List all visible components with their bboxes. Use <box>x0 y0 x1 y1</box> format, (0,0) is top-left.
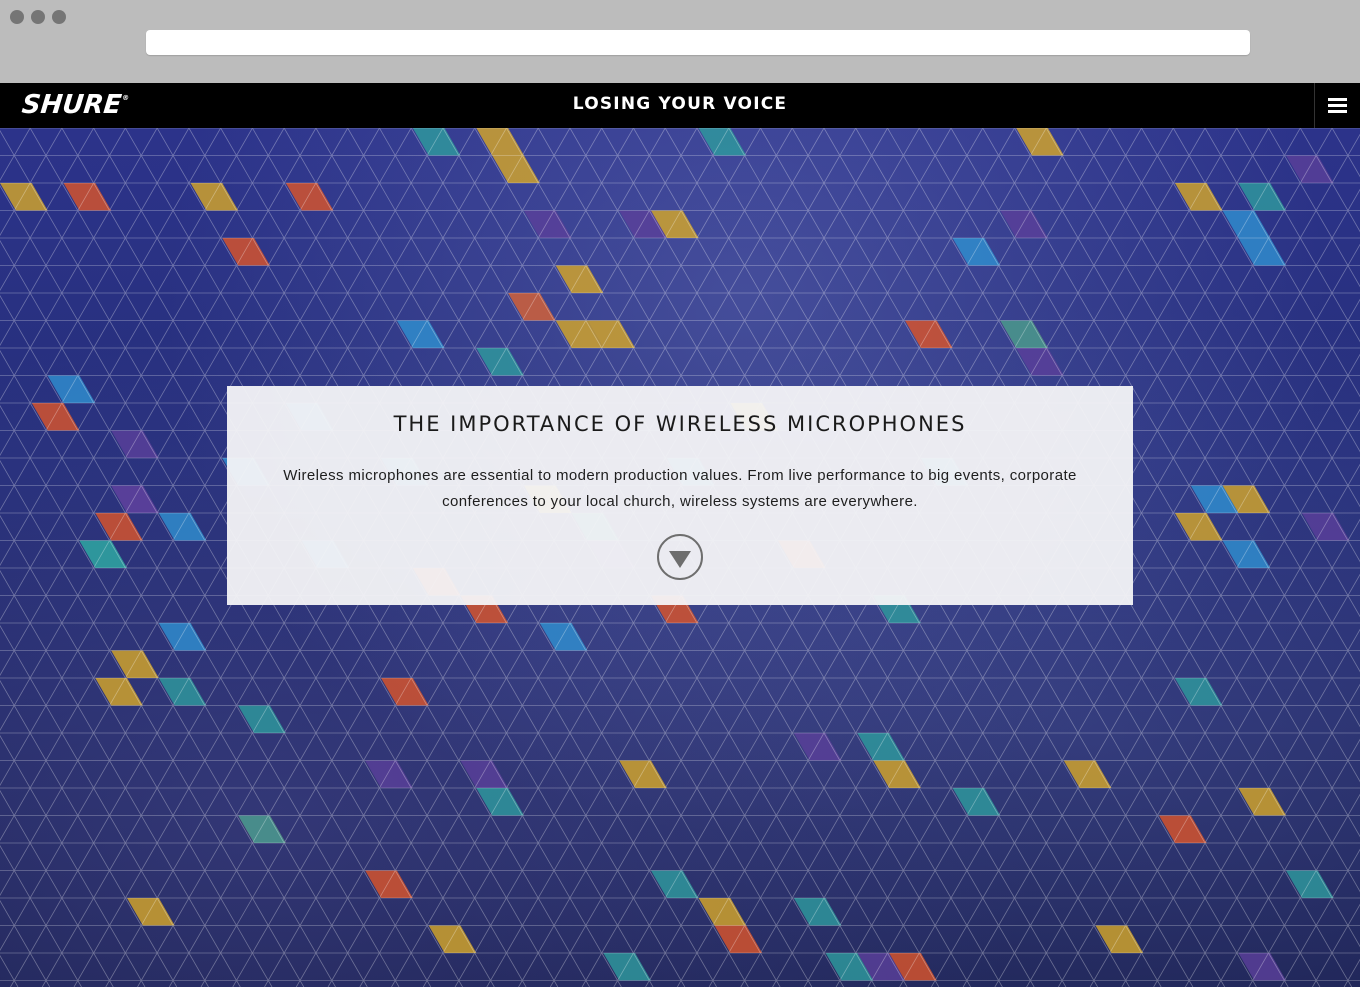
color-tile <box>31 403 80 431</box>
color-tile <box>904 320 953 348</box>
color-tile <box>381 678 429 706</box>
color-tile <box>476 128 524 156</box>
color-tile <box>476 348 524 376</box>
color-tile <box>1238 238 1287 266</box>
color-tile <box>95 678 143 706</box>
hero-background: THE IMPORTANCE OF WIRELESS MICROPHONES W… <box>0 128 1360 987</box>
color-tile <box>79 540 128 568</box>
color-tile <box>523 210 572 238</box>
color-tile <box>1286 155 1334 183</box>
color-tile <box>412 128 461 156</box>
color-tile <box>1238 953 1287 981</box>
card-heading: THE IMPORTANCE OF WIRELESS MICROPHONES <box>393 412 967 436</box>
address-bar[interactable] <box>146 30 1250 55</box>
color-tile <box>1222 540 1271 568</box>
intro-card: THE IMPORTANCE OF WIRELESS MICROPHONES W… <box>227 386 1133 605</box>
color-tile <box>460 760 509 788</box>
color-tile <box>619 760 667 788</box>
color-tile <box>1159 815 1207 843</box>
color-tile <box>222 238 270 266</box>
down-arrow-circle-icon[interactable] <box>657 534 703 580</box>
color-tile <box>1000 210 1048 238</box>
color-tile <box>238 815 286 843</box>
browser-chrome <box>0 0 1360 83</box>
color-tile <box>158 623 207 651</box>
color-tile <box>95 513 143 541</box>
color-tile <box>857 733 905 761</box>
color-tile <box>952 788 1001 816</box>
color-tile <box>0 183 48 211</box>
color-tile <box>111 485 159 513</box>
color-tile <box>793 898 842 926</box>
minimize-window-icon[interactable] <box>31 10 45 24</box>
hamburger-menu-icon[interactable] <box>1314 83 1360 128</box>
color-tile <box>714 925 763 953</box>
color-tile <box>952 238 1001 266</box>
maximize-window-icon[interactable] <box>52 10 66 24</box>
color-tile <box>1286 870 1334 898</box>
card-body-text: Wireless microphones are essential to mo… <box>283 467 1077 510</box>
color-tile <box>428 925 477 953</box>
color-tile <box>111 650 159 678</box>
color-tile <box>1000 320 1048 348</box>
color-tile <box>365 760 413 788</box>
color-tile <box>365 870 413 898</box>
color-tile <box>873 760 921 788</box>
color-tile <box>476 788 524 816</box>
color-tile <box>190 183 239 211</box>
color-tile <box>1238 788 1287 816</box>
color-tile <box>158 513 207 541</box>
color-tile <box>1174 513 1223 541</box>
color-tile <box>1016 128 1064 156</box>
color-tile <box>1301 513 1350 541</box>
color-tile <box>1095 925 1144 953</box>
color-tile <box>238 705 286 733</box>
color-tile <box>1063 760 1112 788</box>
color-tile <box>1174 678 1223 706</box>
color-tile <box>492 155 540 183</box>
site-header: SHURE® LOSING YOUR VOICE <box>0 83 1360 128</box>
color-tile <box>698 898 747 926</box>
window-controls <box>10 10 66 24</box>
color-tile <box>127 898 175 926</box>
color-tile <box>47 375 96 403</box>
page-title: LOSING YOUR VOICE <box>572 94 788 114</box>
color-tile <box>158 678 207 706</box>
color-tile <box>63 183 112 211</box>
color-tile <box>396 320 445 348</box>
color-tile <box>1174 183 1223 211</box>
color-tile <box>1016 348 1064 376</box>
color-tile <box>555 265 604 293</box>
color-tile <box>650 870 699 898</box>
color-tile <box>111 430 159 458</box>
color-tile <box>508 293 556 321</box>
color-tile <box>1238 183 1287 211</box>
color-tile <box>1222 210 1271 238</box>
color-tile <box>285 183 334 211</box>
color-tile <box>603 953 651 981</box>
close-window-icon[interactable] <box>10 10 24 24</box>
color-tile <box>793 733 842 761</box>
color-tile <box>539 623 588 651</box>
color-tile <box>698 128 747 156</box>
